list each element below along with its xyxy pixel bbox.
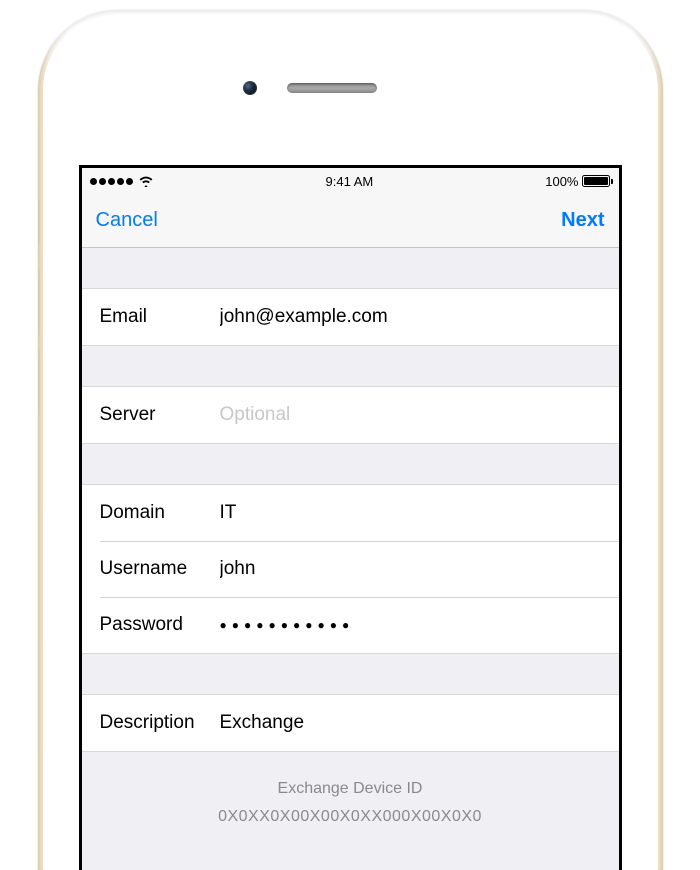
description-group: Description — [82, 694, 619, 752]
server-group: Server — [82, 386, 619, 444]
battery-percent: 100% — [545, 174, 578, 189]
screen: 9:41 AM 100% Cancel Next Email — [79, 165, 622, 870]
domain-label: Domain — [100, 502, 220, 524]
email-group: Email — [82, 288, 619, 346]
nav-bar: Cancel Next — [82, 194, 619, 248]
description-label: Description — [100, 712, 220, 734]
password-field[interactable]: ●●●●●●●●●●● — [220, 618, 601, 632]
email-label: Email — [100, 306, 220, 328]
credentials-group: Domain Username Password ●●●●●●●●●●● — [82, 484, 619, 654]
email-field[interactable] — [220, 306, 601, 328]
mute-switch — [38, 200, 40, 245]
volume-down-button — [38, 350, 40, 415]
footer: Exchange Device ID 0X0XX0X00X00X0XX000X0… — [82, 752, 619, 854]
description-field[interactable] — [220, 712, 601, 734]
cancel-button[interactable]: Cancel — [96, 209, 158, 232]
wifi-icon — [138, 175, 154, 187]
server-field[interactable] — [220, 404, 601, 426]
status-bar: 9:41 AM 100% — [82, 168, 619, 194]
phone-bezel-top — [43, 15, 658, 160]
domain-field[interactable] — [220, 502, 601, 524]
device-id-value: 0X0XX0X00X00X0XX000X00X0X0 — [100, 808, 601, 826]
next-button[interactable]: Next — [561, 209, 604, 232]
device-id-title: Exchange Device ID — [100, 780, 601, 798]
volume-up-button — [38, 270, 40, 335]
username-label: Username — [100, 558, 220, 580]
camera-icon — [243, 81, 257, 95]
status-time: 9:41 AM — [326, 174, 374, 189]
password-label: Password — [100, 614, 220, 636]
server-label: Server — [100, 404, 220, 426]
phone-body: 9:41 AM 100% Cancel Next Email — [43, 15, 658, 870]
battery-icon — [582, 175, 610, 187]
username-field[interactable] — [220, 558, 601, 580]
signal-strength-icon — [90, 178, 133, 185]
phone-frame: 9:41 AM 100% Cancel Next Email — [38, 10, 663, 870]
speaker-grill — [287, 83, 377, 93]
